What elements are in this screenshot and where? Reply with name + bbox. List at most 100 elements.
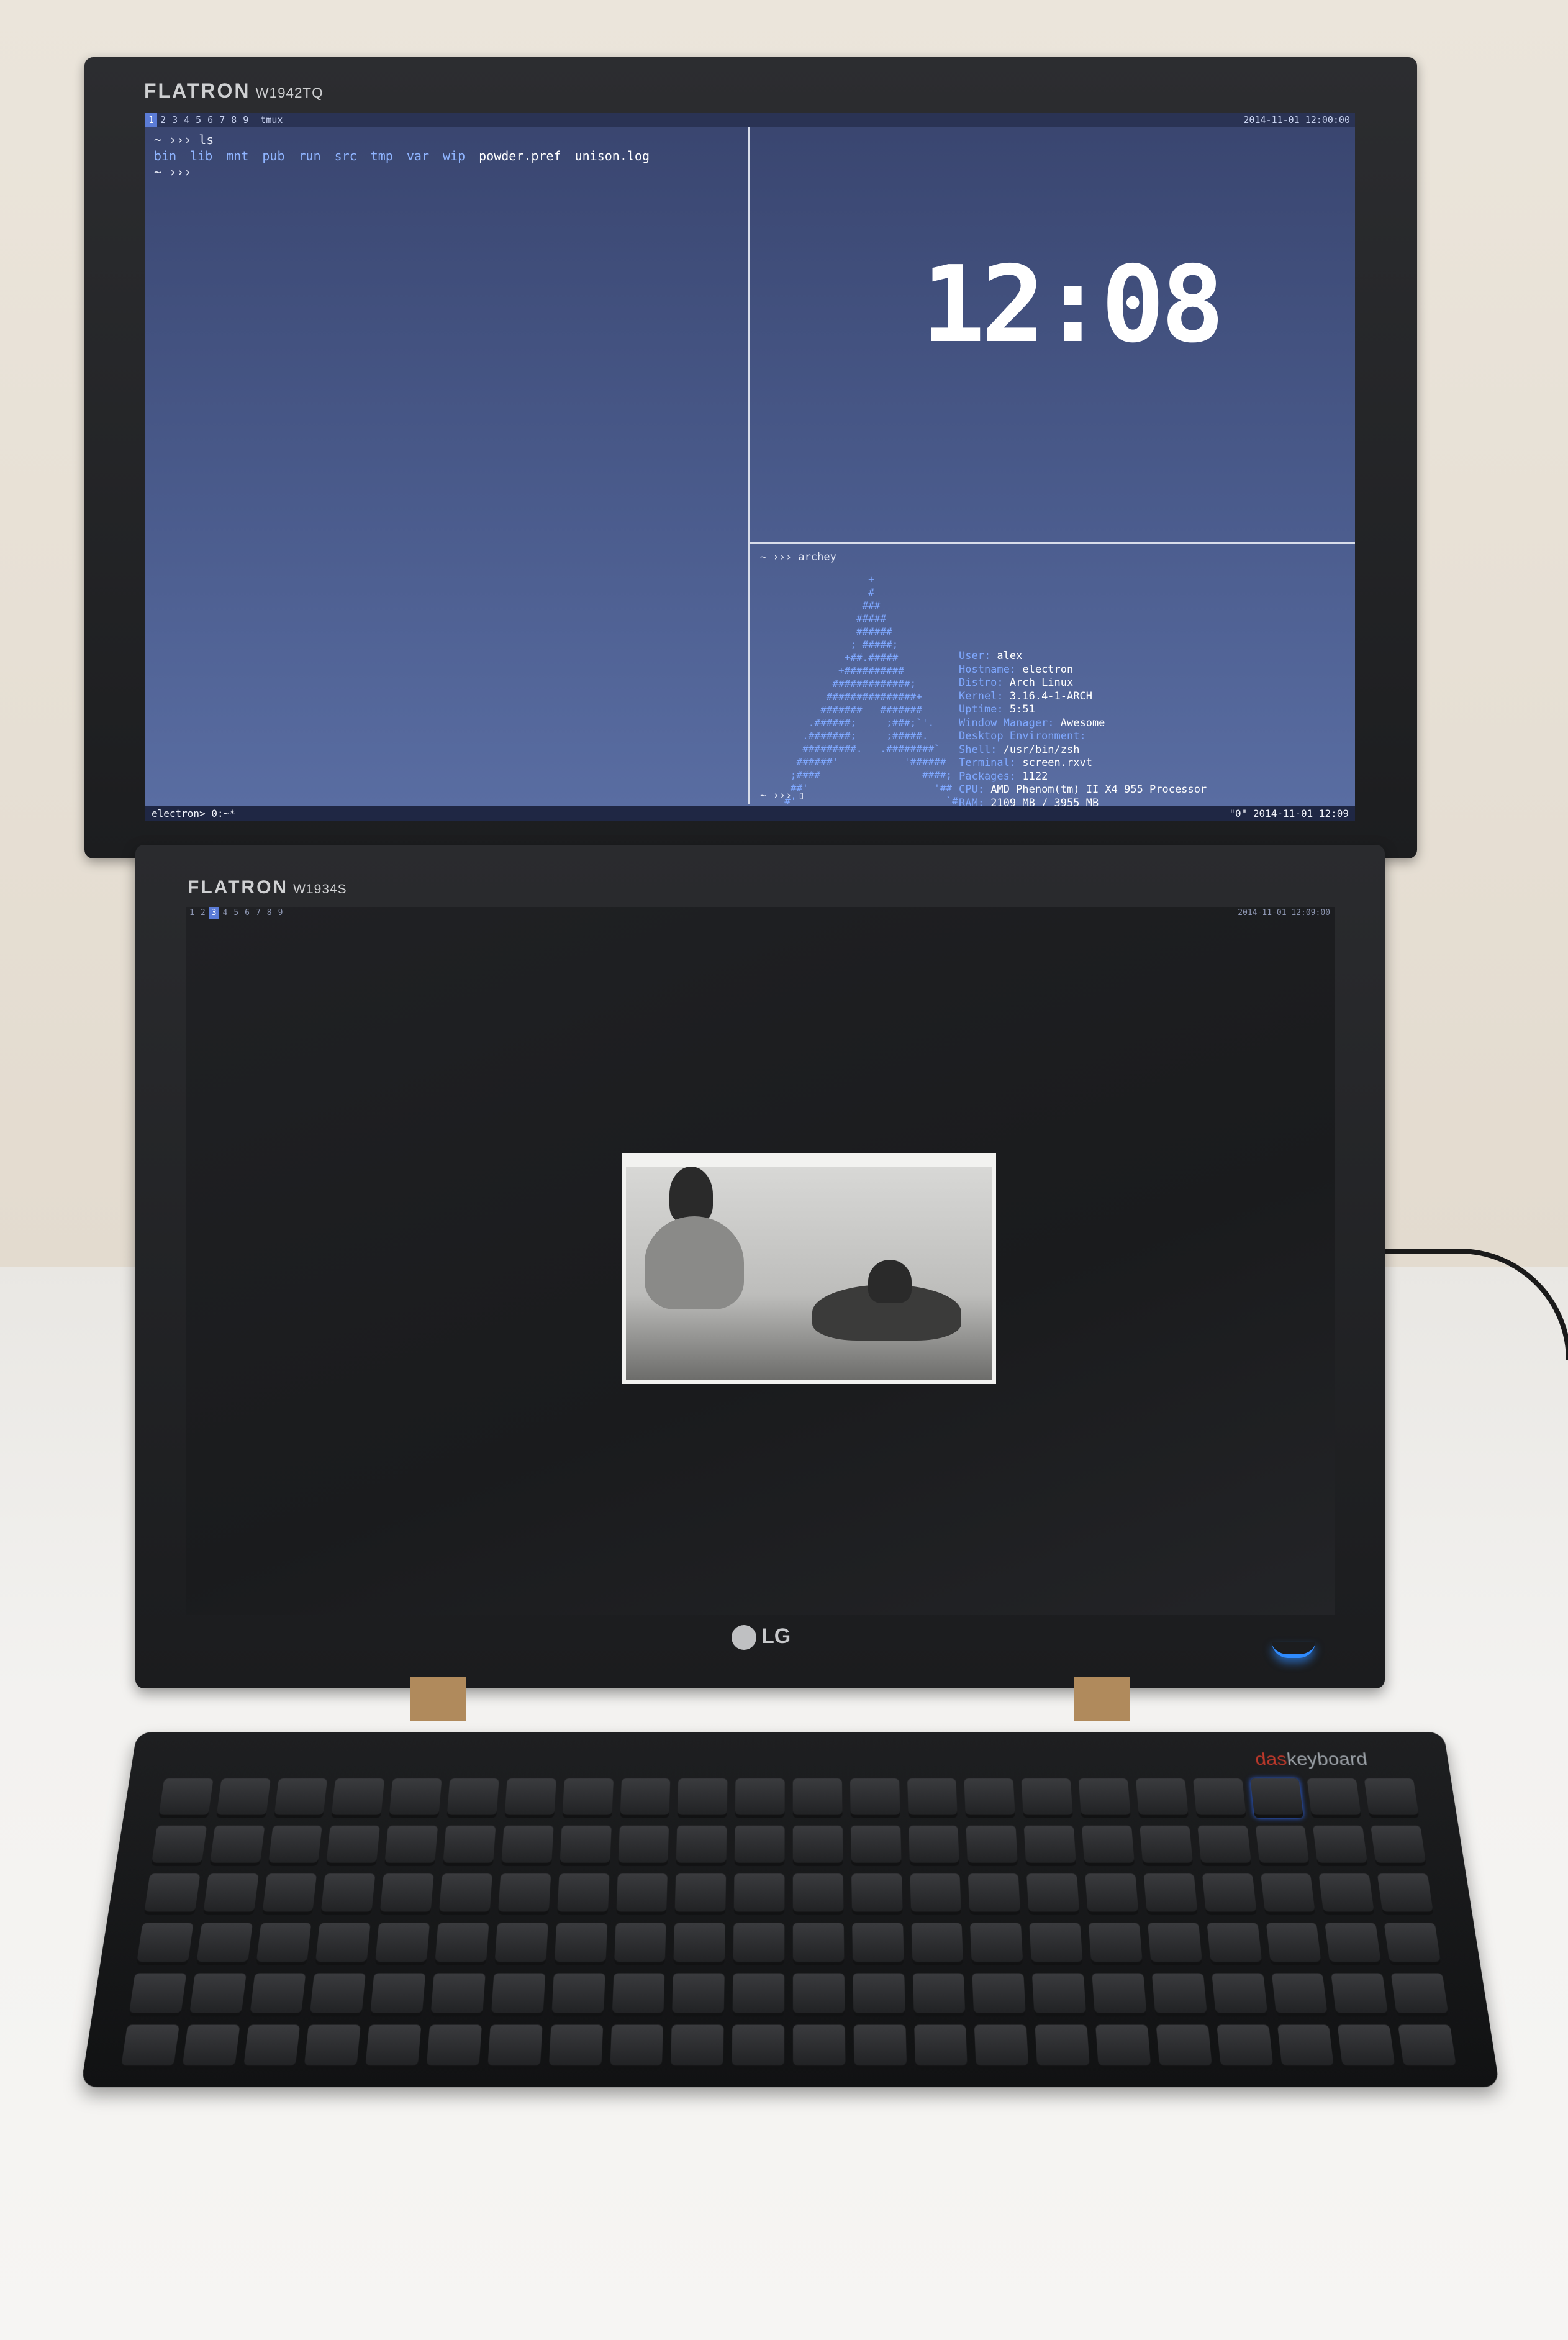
keyboard-key[interactable] bbox=[1024, 1826, 1076, 1866]
keyboard-key[interactable] bbox=[1022, 1778, 1073, 1818]
keyboard-key[interactable] bbox=[1156, 2025, 1212, 2069]
keyboard-key[interactable] bbox=[672, 1974, 725, 2017]
keyboard-key[interactable] bbox=[851, 1826, 902, 1866]
pane-divider-vertical[interactable] bbox=[748, 127, 750, 804]
keyboard-key[interactable] bbox=[1313, 1826, 1368, 1866]
keyboard-key[interactable] bbox=[735, 1826, 785, 1866]
bottom-screen[interactable]: 123456789 2014-11-01 12:09:00 bbox=[186, 907, 1335, 1615]
keyboard-key[interactable] bbox=[1095, 2025, 1151, 2069]
keyboard-key[interactable] bbox=[968, 1873, 1020, 1915]
keyboard-key[interactable] bbox=[426, 2025, 481, 2069]
keyboard-key[interactable] bbox=[853, 2025, 906, 2069]
tag-8[interactable]: 8 bbox=[228, 113, 240, 127]
keyboard-key[interactable] bbox=[1148, 1923, 1202, 1965]
tag-3[interactable]: 3 bbox=[209, 907, 220, 919]
keyboard-key[interactable] bbox=[501, 1826, 553, 1866]
keyboard-key[interactable] bbox=[851, 1873, 903, 1915]
keyboard-key[interactable] bbox=[487, 2025, 542, 2069]
keyboard-key[interactable] bbox=[966, 1826, 1018, 1866]
keyboard-key[interactable] bbox=[793, 1923, 845, 1965]
keyboard-key[interactable] bbox=[907, 1778, 958, 1818]
keyboard-key[interactable] bbox=[129, 1974, 186, 2017]
terminal-pane-left[interactable]: ~ ››› ls bin lib mnt pub run src tmp var wip powd… bbox=[145, 127, 748, 804]
keyboard-key[interactable] bbox=[734, 1873, 785, 1915]
tag-6[interactable]: 6 bbox=[204, 113, 216, 127]
keyboard-key[interactable] bbox=[551, 1974, 605, 2017]
keyboard-key[interactable] bbox=[616, 1873, 668, 1915]
keyboard-key[interactable] bbox=[196, 1923, 253, 1965]
keyboard-key[interactable] bbox=[189, 1974, 246, 2017]
keyboard-key[interactable] bbox=[548, 2025, 603, 2069]
keyboard-key[interactable] bbox=[793, 1826, 843, 1866]
tag-5[interactable]: 5 bbox=[230, 907, 242, 919]
keyboard-key[interactable] bbox=[853, 1974, 905, 2017]
keyboard-key[interactable] bbox=[1371, 1826, 1426, 1866]
keyboard-key[interactable] bbox=[243, 2025, 300, 2069]
keyboard-key[interactable] bbox=[430, 1974, 485, 2017]
keyboard-key[interactable] bbox=[610, 2025, 664, 2069]
keyboard-key[interactable] bbox=[914, 2025, 968, 2069]
keyboard-key[interactable] bbox=[1140, 1826, 1193, 1866]
keyboard-key[interactable] bbox=[733, 1923, 785, 1965]
keyboard-key[interactable] bbox=[1217, 2025, 1273, 2069]
keyboard-key[interactable] bbox=[612, 1974, 664, 2017]
keyboard-key[interactable] bbox=[1035, 2025, 1090, 2069]
keyboard-key[interactable] bbox=[671, 2025, 724, 2069]
keyboard-key[interactable] bbox=[326, 1826, 380, 1866]
keyboard-key[interactable] bbox=[1261, 1873, 1316, 1915]
keyboard-key[interactable] bbox=[911, 1923, 963, 1965]
keyboard-key[interactable] bbox=[1266, 1923, 1321, 1965]
keyboard-key[interactable] bbox=[1030, 1923, 1083, 1965]
keyboard-key[interactable] bbox=[268, 1826, 322, 1866]
keyboard-key[interactable] bbox=[732, 2025, 785, 2069]
keyboard-key[interactable] bbox=[678, 1778, 728, 1818]
keyboard-key[interactable] bbox=[1212, 1974, 1267, 2017]
keyboard-key[interactable] bbox=[446, 1778, 499, 1818]
keyboard-key[interactable] bbox=[1384, 1923, 1441, 1965]
pane-divider-horizontal[interactable] bbox=[750, 542, 1355, 544]
tag-1[interactable]: 1 bbox=[186, 907, 197, 919]
keyboard-key[interactable] bbox=[439, 1873, 492, 1915]
keyboard-key[interactable] bbox=[370, 1974, 425, 2017]
keyboard-key[interactable] bbox=[1085, 1873, 1138, 1915]
keyboard-key[interactable] bbox=[375, 1923, 430, 1965]
tag-4[interactable]: 4 bbox=[219, 907, 230, 919]
keyboard-key[interactable] bbox=[498, 1873, 551, 1915]
keyboard-key[interactable] bbox=[676, 1826, 727, 1866]
keyboard-key[interactable] bbox=[1325, 1923, 1382, 1965]
keyboard-key[interactable] bbox=[1152, 1974, 1207, 2017]
keyboard-key[interactable] bbox=[674, 1923, 726, 1965]
keyboard-key[interactable] bbox=[1255, 1826, 1310, 1866]
keyboard-key[interactable] bbox=[1193, 1778, 1246, 1818]
keyboard-key[interactable] bbox=[964, 1778, 1015, 1818]
keyboard[interactable]: daskeyboard bbox=[81, 1732, 1500, 2087]
keyboard-key[interactable] bbox=[793, 2025, 846, 2069]
keyboard-key[interactable] bbox=[1331, 1974, 1389, 2017]
keyboard-key[interactable] bbox=[614, 1923, 666, 1965]
keyboard-key[interactable] bbox=[1089, 1923, 1143, 1965]
keyboard-key[interactable] bbox=[1319, 1873, 1375, 1915]
window-title[interactable]: tmux bbox=[257, 113, 286, 127]
keyboard-key[interactable] bbox=[209, 1826, 265, 1866]
keyboard-key[interactable] bbox=[321, 1873, 376, 1915]
keyboard-key[interactable] bbox=[1032, 1974, 1086, 2017]
keyboard-key[interactable] bbox=[384, 1826, 438, 1866]
keyboard-key[interactable] bbox=[910, 1873, 961, 1915]
keyboard-key[interactable] bbox=[1307, 1778, 1362, 1818]
tag-5[interactable]: 5 bbox=[193, 113, 204, 127]
keyboard-key[interactable] bbox=[793, 1778, 843, 1818]
keyboard-key[interactable] bbox=[494, 1923, 548, 1965]
keyboard-key[interactable] bbox=[120, 2025, 179, 2069]
keyboard-key[interactable] bbox=[491, 1974, 545, 2017]
keyboard-key[interactable] bbox=[733, 1974, 785, 2017]
keyboard-key[interactable] bbox=[1377, 1873, 1434, 1915]
keyboard-key[interactable] bbox=[1079, 1778, 1131, 1818]
keyboard-key[interactable] bbox=[332, 1778, 385, 1818]
keyboard-key[interactable] bbox=[250, 1974, 306, 2017]
keyboard-key[interactable] bbox=[304, 2025, 361, 2069]
tag-8[interactable]: 8 bbox=[264, 907, 275, 919]
keyboard-key[interactable] bbox=[618, 1826, 669, 1866]
keyboard-key[interactable] bbox=[735, 1778, 785, 1818]
keyboard-key[interactable] bbox=[256, 1923, 312, 1965]
keyboard-key[interactable] bbox=[793, 1974, 845, 2017]
